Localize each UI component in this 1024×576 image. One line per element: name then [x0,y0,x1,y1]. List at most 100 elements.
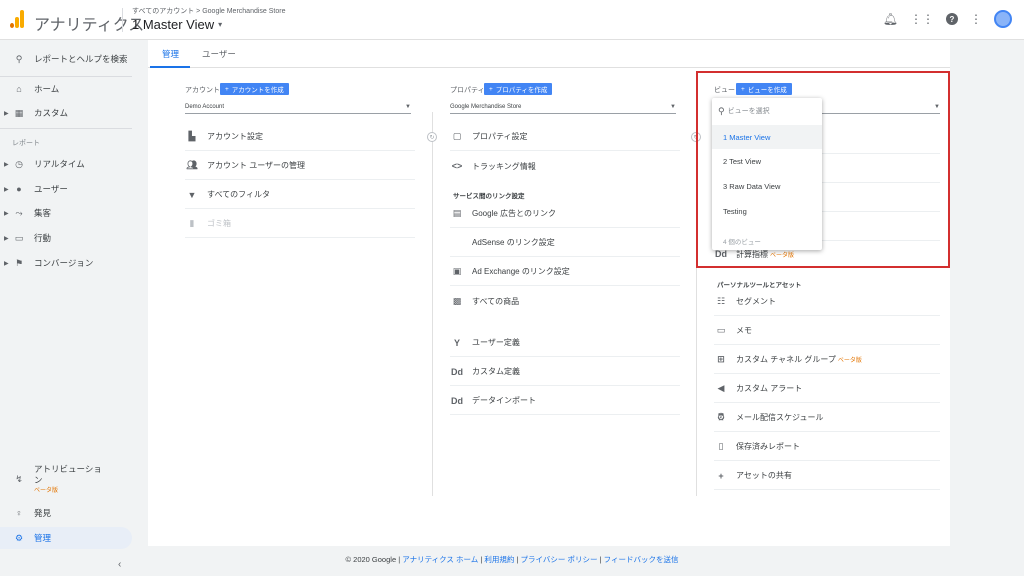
row-label: カスタム アラート [736,384,803,393]
attribution-icon: ↯ [15,474,23,484]
code-icon: <> [451,161,463,171]
person-icon: ● [16,184,22,194]
sidebar-divider [0,128,132,129]
sidebar-item-label: アトリビューション [34,464,102,485]
account-select[interactable]: Demo Account ▼ [185,100,411,114]
account-select-value: Demo Account [185,103,225,110]
row-label: メモ [736,326,752,335]
trash-icon: ▮ [189,218,195,228]
top-header: アナリティクス すべてのアカウント > Google Merchandise S… [0,0,1024,40]
row-label: ゴミ箱 [207,219,231,228]
clock-icon: ◷ [15,158,23,169]
sidebar-item-discover[interactable]: ♀ 発見 [0,502,132,524]
property-column-label: プロパティ [450,87,485,94]
avatar[interactable] [994,10,1012,28]
create-account-button[interactable]: + アカウントを作成 [220,83,289,95]
account-user-management-link[interactable]: 👥︎ アカウント ユーザーの管理 [185,152,415,180]
product-linking-section-title: サービス間のリンク設定 [453,193,525,200]
row-label: アセットの共有 [736,471,792,480]
sidebar-item-acquisition[interactable]: ▶ ⤳ 集客 [0,202,132,224]
highlight-annotation-box [696,71,950,268]
property-select[interactable]: Google Merchandise Store ▼ [450,100,676,114]
all-filters-link[interactable]: ▼ すべてのフィルタ [185,181,415,209]
help-icon[interactable]: ? [946,13,958,25]
segments-link[interactable]: ☷ セグメント [714,288,940,316]
expand-arrow-icon: ▶ [4,110,9,117]
custom-definitions-link[interactable]: Dd カスタム定義 [450,358,680,386]
row-label: トラッキング情報 [472,161,536,171]
sidebar-item-conversions[interactable]: ▶ ⚑ コンバージョン [0,252,132,274]
sidebar-search[interactable]: ⚲ レポートとヘルプを検索 [0,48,132,70]
sidebar-item-label: 管理 [34,533,52,543]
sidebar-item-attribution-text: アトリビューション ベータ版 [34,464,104,497]
dashboard-icon: ▦ [14,107,24,118]
user-definitions-link[interactable]: Y ユーザー定義 [450,329,680,357]
annotations-link[interactable]: ▭ メモ [714,317,940,345]
dd-icon: Dd [451,395,463,406]
google-ads-linking-link[interactable]: ▤ Google 広告とのリンク [450,200,680,228]
tracking-info-link[interactable]: <> トラッキング情報 [450,152,680,180]
adsense-linking-link[interactable]: AdSense のリンク設定 [450,229,680,257]
view-selector-label: 1 Master View [132,17,215,32]
analytics-logo-icon[interactable] [10,10,26,28]
sidebar-divider [0,76,132,77]
data-import-link[interactable]: Dd データインポート [450,387,680,415]
account-breadcrumb[interactable]: すべてのアカウント > Google Merchandise Store [132,6,285,16]
ad-exchange-linking-link[interactable]: ▣ Ad Exchange のリンク設定 [450,258,680,286]
sidebar-item-label: カスタム [34,108,69,118]
expand-arrow-icon: ▶ [4,186,9,193]
sidebar-item-custom[interactable]: ▶ ▦ カスタム [0,102,132,124]
tab-user[interactable]: ユーザー [202,48,236,60]
property-settings-link[interactable]: ▢ プロパティ設定 [450,123,680,151]
sidebar-item-label: ホーム [34,84,60,94]
acquisition-icon: ⤳ [15,207,23,218]
bell-icon[interactable]: 🔔︎ [883,12,898,26]
custom-channel-grouping-link[interactable]: ⊞ カスタム チャネル グループ ベータ版 [714,346,940,374]
expand-arrow-icon: ▶ [4,235,9,242]
sidebar-item-behavior[interactable]: ▶ ▭ 行動 [0,227,132,249]
create-property-label: プロパティを作成 [495,87,548,94]
page-footer: © 2020 Google | アナリティクス ホーム | 利用規約 | プライ… [345,555,679,564]
row-label: プロパティ設定 [472,132,528,141]
create-property-button[interactable]: + プロパティを作成 [484,83,553,95]
view-selector[interactable]: 1 Master View ▾ [132,17,222,32]
share-assets-link[interactable]: + アセットの共有 [714,462,940,490]
sidebar-item-admin[interactable]: ⚙ 管理 [0,527,132,549]
plus-icon: + [225,85,229,93]
tab-admin[interactable]: 管理 [162,48,179,60]
create-account-label: アカウントを作成 [231,87,284,94]
sidebar-item-label: 行動 [34,233,52,243]
apps-grid-icon[interactable]: ⋮⋮ [910,12,934,26]
plus-icon: + [489,85,493,93]
sidebar-item-realtime[interactable]: ▶ ◷ リアルタイム [0,153,132,175]
ad-exchange-icon: ▣ [452,266,462,276]
footer-link-privacy[interactable]: プライバシー ポリシー [521,555,598,564]
scheduled-emails-link[interactable]: ⏰︎ メール配信スケジュール [714,404,940,432]
lightbulb-icon: ♀ [15,508,23,518]
app-title[interactable]: アナリティクス [34,11,144,35]
row-label: Google 広告とのリンク [472,209,556,218]
header-divider [122,8,123,32]
sidebar-section-reports: レポート [12,140,40,147]
sidebar-item-home[interactable]: ⌂ ホーム [0,78,132,100]
flag-icon: ⚑ [14,257,24,268]
footer-link-analytics-home[interactable]: アナリティクス ホーム [402,555,478,564]
more-vert-icon[interactable]: ⋮ [970,12,982,26]
ads-icon: ▤ [452,208,462,218]
filter-icon: ▼ [187,189,197,200]
footer-link-terms[interactable]: 利用規約 [484,555,514,564]
all-products-link[interactable]: ▩ すべての商品 [450,287,680,315]
row-label: ユーザー定義 [472,338,520,347]
trash-link[interactable]: ▮ ゴミ箱 [185,210,415,238]
account-settings-link[interactable]: ▙ アカウント設定 [185,123,415,151]
row-label: カスタム チャネル グループ [736,355,836,364]
custom-alerts-link[interactable]: ◀ カスタム アラート [714,375,940,403]
copyright-text: © 2020 Google | [345,555,403,564]
sidebar-item-users[interactable]: ▶ ● ユーザー [0,178,132,200]
footer-link-feedback[interactable]: フィードバックを送信 [604,555,679,564]
row-label: Ad Exchange のリンク設定 [472,267,570,276]
row-label: データインポート [472,396,536,405]
saved-reports-link[interactable]: ▯ 保存済みレポート [714,433,940,461]
header-actions: 🔔︎ ⋮⋮ ? ⋮ [883,10,1012,28]
sidebar-item-attribution[interactable]: ↯ アトリビューション ベータ版 [0,462,132,498]
